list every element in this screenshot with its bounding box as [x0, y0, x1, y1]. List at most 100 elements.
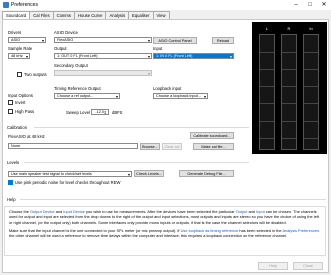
loopback-input-select[interactable]: Choose a loopback input... ▾ [153, 93, 208, 99]
help-text-box: Choose the Output Device and Input Devic… [4, 206, 326, 256]
drivers-label: Drivers [8, 30, 22, 35]
high-pass-checkbox[interactable] [8, 109, 13, 114]
chevron-down-icon: ▾ [127, 172, 130, 177]
close-window-button[interactable]: ✕ [317, 0, 331, 10]
left-level-meter: L [259, 26, 275, 150]
help-paragraph-2: Make sure that the input channel is the … [9, 228, 321, 239]
help-paragraph-1: Choose the Output Device and Input Devic… [9, 209, 321, 225]
sample-rate-value: 48 kHz [11, 54, 23, 58]
timing-reference-value: Choose a ref output... [57, 94, 94, 98]
help-text: you wish to use for measurements. After … [84, 209, 236, 214]
tab-strip: Soundcard Cal Files Comms House Curve An… [2, 11, 170, 20]
make-cal-file-button[interactable]: Make cal file... [193, 143, 234, 150]
two-outputs-checkbox[interactable] [17, 72, 22, 77]
sweep-level-spinner[interactable]: -12.0 ⇕ [91, 109, 109, 115]
generate-debug-file-button[interactable]: Generate Debug File... [179, 170, 234, 177]
loopback-input-label: Loopback input [153, 86, 182, 91]
help-text: and [54, 209, 64, 214]
meter-label: In [309, 26, 313, 31]
help-link[interactable]: Input [256, 209, 265, 214]
help-text: has been selected in the [238, 227, 283, 233]
maximize-button[interactable]: □ [303, 0, 317, 10]
chevron-down-icon: ▾ [41, 38, 44, 43]
high-pass-label: High Pass [15, 109, 35, 114]
browse-button[interactable]: Browse... [140, 143, 160, 150]
pink-periodic-noise-checkbox[interactable] [8, 180, 13, 185]
check-levels-button[interactable]: Check Levels... [134, 170, 164, 177]
tab-cal-files[interactable]: Cal Files [29, 11, 54, 19]
asio-device-value: FlexASIO [57, 38, 74, 42]
invert-label: Invert [15, 100, 26, 105]
input-level-meter: In [303, 26, 319, 150]
help-text: and [247, 209, 257, 214]
level-signal-value: Use main speaker test signal to check/se… [11, 172, 92, 176]
output-label: Output [54, 46, 67, 51]
minimize-button[interactable]: – [289, 0, 303, 10]
tab-analysis[interactable]: Analysis [105, 11, 130, 19]
meter-label: L [265, 26, 269, 31]
help-link[interactable]: Output [236, 209, 248, 214]
calibrate-soundcard-button[interactable]: Calibrate soundcard... [190, 132, 234, 139]
sample-rate-label: Sample Rate [8, 46, 33, 51]
level-meters-panel: L R In [252, 22, 327, 154]
invert-checkbox[interactable] [8, 100, 13, 105]
input-options-label: Input Options [8, 93, 33, 98]
help-text: the other channel will be used a referen… [9, 233, 288, 239]
title-bar: Preferences – □ ✕ [0, 0, 331, 10]
help-text: Choose the [9, 209, 30, 214]
meter-label: R [287, 26, 291, 31]
help-link[interactable]: Use loopback as timing reference [181, 228, 239, 233]
tab-house-curve[interactable]: House Curve [74, 11, 107, 19]
help-link[interactable]: Input Device [63, 209, 85, 214]
output-value: 1: OUT 0 FL (Front Left) [57, 54, 98, 58]
sample-rate-select[interactable]: 48 kHz ▾ [8, 53, 30, 59]
drivers-value: ASIO [11, 38, 21, 42]
help-link[interactable]: Analysis Preferences [282, 228, 319, 233]
asio-device-select[interactable]: FlexASIO ▾ [54, 37, 152, 43]
cal-file-value: None [11, 144, 21, 148]
section-divider [34, 127, 249, 128]
close-button[interactable]: Close [293, 262, 323, 270]
section-divider [24, 162, 249, 163]
chevron-down-icon: ▾ [25, 54, 28, 59]
level-signal-select[interactable]: Use main speaker test signal to check/se… [8, 171, 132, 177]
window-title: Preferences [11, 2, 38, 8]
asio-device-label: ASIO Device [54, 30, 78, 35]
cal-file-field[interactable]: None [8, 143, 138, 149]
spinner-arrows-icon: ⇕ [103, 110, 107, 115]
calibration-section-title: Calibration [7, 125, 28, 130]
help-text: Make sure that the input channel is the … [9, 227, 181, 233]
help-button[interactable]: Help [258, 262, 288, 270]
tab-comms[interactable]: Comms [52, 11, 75, 19]
calibration-device-text: FlexASIO at 48 kHz [8, 134, 45, 139]
sweep-level-label: Sweep Level [66, 110, 90, 115]
section-divider [20, 199, 326, 200]
sweep-level-unit: dBFS [112, 110, 123, 115]
tab-view[interactable]: View [152, 11, 170, 19]
chevron-down-icon: ▾ [203, 94, 206, 99]
levels-section-title: Levels [7, 160, 20, 165]
input-value: 1: IN 0 FL (Front Left) [156, 54, 193, 58]
chevron-down-icon: ▾ [147, 54, 150, 59]
two-outputs-label: Two outputs [24, 72, 47, 77]
loopback-input-value: Choose a loopback input... [156, 94, 201, 98]
chevron-down-icon: ▾ [115, 94, 118, 99]
clear-cal-button: Clear cal [162, 143, 182, 150]
input-label: Input [153, 46, 163, 51]
tab-equaliser[interactable]: Equaliser [128, 11, 154, 19]
help-link[interactable]: Output Device [30, 209, 55, 214]
timing-reference-select[interactable]: Choose a ref output... ▾ [54, 93, 120, 99]
help-section-title: Help [7, 197, 16, 202]
right-level-meter: R [281, 26, 297, 150]
chevron-down-icon: ▾ [229, 54, 232, 59]
app-icon [3, 2, 9, 8]
timing-reference-label: Timing Reference Output [54, 86, 101, 91]
secondary-output-label: Secondary Output [54, 63, 88, 68]
input-select[interactable]: 1: IN 0 FL (Front Left) ▾ [153, 53, 234, 59]
secondary-output-select: ▾ [54, 70, 152, 76]
output-select[interactable]: 1: OUT 0 FL (Front Left) ▾ [54, 53, 152, 59]
drivers-select[interactable]: ASIO ▾ [8, 37, 46, 43]
reload-button[interactable]: Reload [212, 37, 234, 44]
asio-control-panel-button[interactable]: ASIO Control Panel [153, 37, 197, 44]
chevron-down-icon: ▾ [147, 71, 150, 76]
